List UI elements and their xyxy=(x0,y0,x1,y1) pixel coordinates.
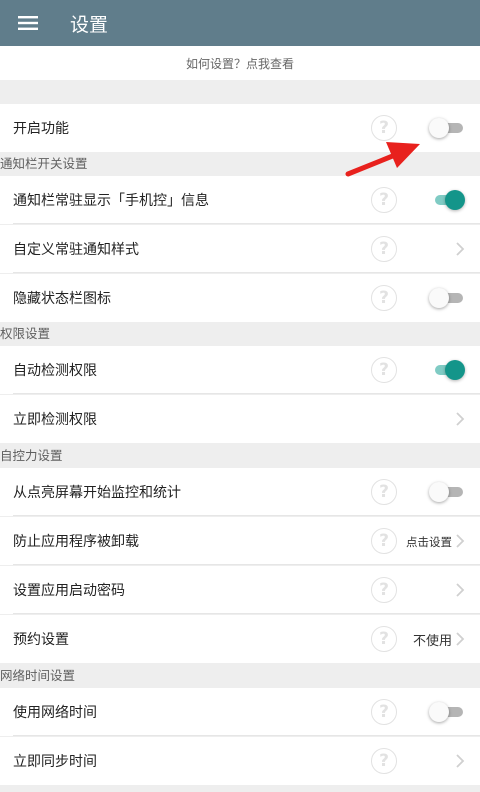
divider xyxy=(13,393,480,394)
setting-label: 隐藏状态栏图标 xyxy=(13,291,111,307)
setting-label: 防止应用程序被卸载 xyxy=(13,534,139,550)
setting-label: 使用网络时间 xyxy=(13,705,97,721)
use-network-time-toggle[interactable] xyxy=(429,702,465,722)
divider xyxy=(13,272,480,273)
divider xyxy=(13,735,480,736)
help-icon[interactable]: ? xyxy=(371,626,397,652)
setting-schedule[interactable]: 预约设置 ? 不使用 xyxy=(0,615,480,663)
divider xyxy=(13,223,480,224)
chevron-right-icon xyxy=(456,632,465,646)
setting-label: 预约设置 xyxy=(13,632,69,648)
setting-notif-show[interactable]: 通知栏常驻显示「手机控」信息 ? xyxy=(0,176,480,224)
setting-auto-check-perm[interactable]: 自动检测权限 ? xyxy=(0,346,480,394)
setting-label: 自定义常驻通知样式 xyxy=(13,242,139,258)
app-bar: 设置 xyxy=(0,0,480,46)
spacer xyxy=(0,80,480,104)
chevron-right-icon xyxy=(456,754,465,768)
auto-check-perm-toggle[interactable] xyxy=(429,360,465,380)
chevron-right-icon xyxy=(456,242,465,256)
help-icon[interactable]: ? xyxy=(371,187,397,213)
divider xyxy=(13,515,480,516)
hamburger-menu-icon[interactable] xyxy=(0,0,56,46)
section-header-notification: 通知栏开关设置 xyxy=(0,152,480,176)
setting-use-network-time[interactable]: 使用网络时间 ? xyxy=(0,688,480,736)
setting-app-password[interactable]: 设置应用启动密码 ? xyxy=(0,566,480,614)
section-header-network-time: 网络时间设置 xyxy=(0,664,480,688)
setting-hide-status-icon[interactable]: 隐藏状态栏图标 ? xyxy=(0,274,480,322)
notif-show-toggle[interactable] xyxy=(429,190,465,210)
setting-check-perm-now[interactable]: 立即检测权限 xyxy=(0,395,480,443)
help-icon[interactable]: ? xyxy=(371,236,397,262)
setting-label: 立即同步时间 xyxy=(13,754,97,770)
divider xyxy=(13,564,480,565)
chevron-right-icon xyxy=(456,583,465,597)
enable-feature-toggle[interactable] xyxy=(429,118,465,138)
setting-label: 自动检测权限 xyxy=(13,363,97,379)
page-title: 设置 xyxy=(70,13,109,36)
section-header-permission: 权限设置 xyxy=(0,322,480,346)
setting-value: 点击设置 xyxy=(406,535,452,549)
help-icon[interactable]: ? xyxy=(371,577,397,603)
setting-label: 立即检测权限 xyxy=(13,412,97,428)
setting-label: 通知栏常驻显示「手机控」信息 xyxy=(13,193,209,209)
section-header-self-control: 自控力设置 xyxy=(0,444,480,468)
help-link[interactable]: 如何设置？点我查看 xyxy=(0,46,480,80)
setting-monitor-screen-on[interactable]: 从点亮屏幕开始监控和统计 ? xyxy=(0,468,480,516)
help-icon[interactable]: ? xyxy=(371,528,397,554)
help-icon[interactable]: ? xyxy=(371,357,397,383)
setting-value: 不使用 xyxy=(412,634,452,649)
monitor-screen-on-toggle[interactable] xyxy=(429,482,465,502)
help-icon[interactable]: ? xyxy=(371,699,397,725)
setting-notif-style[interactable]: 自定义常驻通知样式 ? xyxy=(0,225,480,273)
chevron-right-icon xyxy=(456,534,465,548)
setting-label: 开启功能 xyxy=(13,121,69,137)
help-icon[interactable]: ? xyxy=(371,115,397,141)
help-icon[interactable]: ? xyxy=(371,479,397,505)
setting-sync-time-now[interactable]: 立即同步时间 ? xyxy=(0,737,480,785)
setting-enable-feature[interactable]: 开启功能 ? xyxy=(0,104,480,152)
hide-status-icon-toggle[interactable] xyxy=(429,288,465,308)
chevron-right-icon xyxy=(456,412,465,426)
help-icon[interactable]: ? xyxy=(371,748,397,774)
setting-prevent-uninstall[interactable]: 防止应用程序被卸载 ? 点击设置 xyxy=(0,517,480,565)
setting-label: 设置应用启动密码 xyxy=(13,583,125,599)
help-icon[interactable]: ? xyxy=(371,285,397,311)
setting-label: 从点亮屏幕开始监控和统计 xyxy=(13,485,181,501)
divider xyxy=(13,613,480,614)
